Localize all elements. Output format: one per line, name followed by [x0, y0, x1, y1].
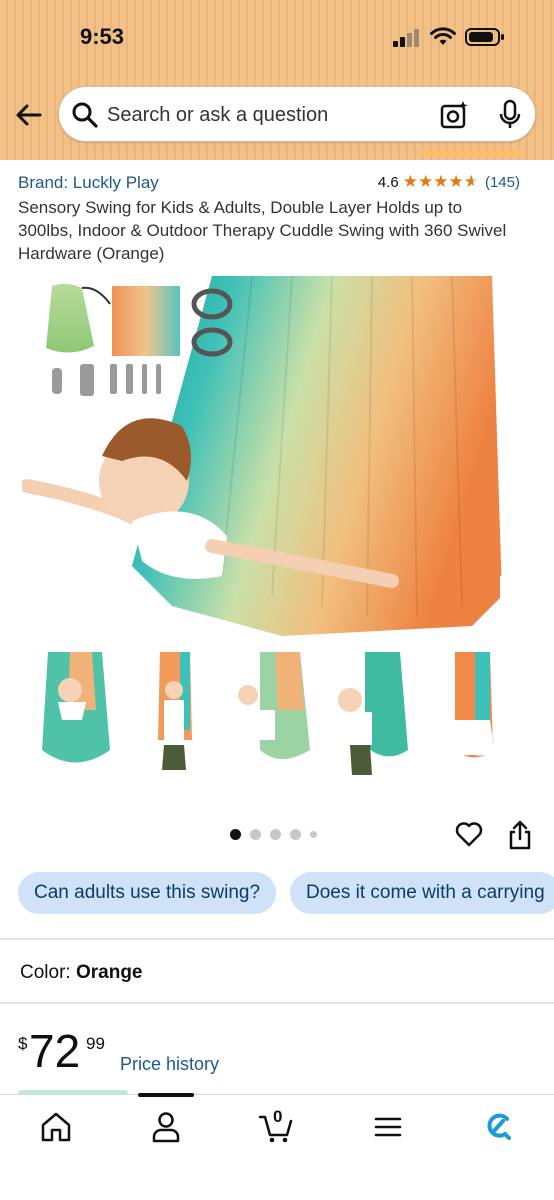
thumbnail-image[interactable] [435, 650, 525, 780]
search-input[interactable]: Search or ask a question [58, 86, 536, 142]
heart-icon[interactable] [455, 820, 483, 848]
account-icon[interactable] [148, 1109, 184, 1145]
thumbnail-image[interactable] [130, 650, 220, 780]
carousel-dot [230, 829, 241, 840]
question-chip[interactable]: Can adults use this swing? [18, 872, 277, 914]
question-chips: Can adults use this swing? Does it come … [18, 872, 554, 914]
carousel-dot [270, 829, 281, 840]
product-title: Sensory Swing for Kids & Adults, Double … [18, 198, 507, 263]
camera-search-icon[interactable] [439, 100, 469, 130]
section-divider [0, 1002, 554, 1004]
thumbnail-image[interactable] [30, 650, 120, 780]
search-row: Search or ask a question [0, 84, 554, 148]
rating-count-link[interactable]: (145) [485, 174, 520, 191]
section-divider [0, 938, 554, 940]
search-icon [72, 102, 98, 128]
color-selector[interactable]: Color: Orange [20, 962, 143, 984]
status-time: 9:53 [80, 24, 125, 49]
nav-active-indicator [138, 1093, 194, 1097]
product-main-image[interactable] [22, 276, 532, 646]
cart-button[interactable]: 0 [258, 1107, 294, 1145]
rating-value: 4.6 [377, 173, 399, 191]
status-bar: 9:53 [0, 0, 554, 80]
thumbnail-image[interactable] [230, 650, 320, 780]
back-arrow-icon[interactable] [14, 100, 44, 130]
price-fraction: 99 [86, 1034, 105, 1053]
price-history-link[interactable]: Price history [120, 1054, 219, 1075]
price-whole: 72 [29, 1025, 81, 1077]
cart-count-badge: 0 [273, 1107, 283, 1126]
bottom-nav: 0 [0, 1093, 554, 1200]
carousel-dot [310, 831, 317, 838]
question-chip[interactable]: Does it come with a carrying [290, 872, 554, 914]
carousel-dot [290, 829, 301, 840]
rufus-icon[interactable] [480, 1109, 516, 1145]
wifi-icon [430, 27, 456, 45]
star-rating-icon: ★ ★ ★ ★ ★ [402, 172, 479, 191]
battery-icon [465, 28, 504, 46]
brand-rating-row: Brand: Luckly Play 4.6 ★ ★ ★ ★ ★ (145) [18, 173, 538, 195]
color-label: Color: [20, 962, 76, 983]
thumbnail-strip [30, 650, 530, 780]
cellular-signal-icon [393, 29, 423, 47]
header-tab-hint [420, 150, 524, 156]
microphone-icon[interactable] [497, 99, 523, 131]
price-block: $ 72 99 Price history [18, 1026, 538, 1082]
thumbnail-image[interactable] [330, 650, 420, 780]
color-value: Orange [75, 962, 143, 983]
carousel-dot [250, 829, 261, 840]
home-icon[interactable] [38, 1109, 74, 1145]
search-placeholder: Search or ask a question [107, 104, 329, 126]
rating-summary[interactable]: 4.6 ★ ★ ★ ★ ★ (145) [378, 173, 520, 191]
image-carousel-dots[interactable] [230, 829, 317, 840]
brand-link[interactable]: Brand: Luckly Play [18, 173, 159, 192]
price-currency: $ [18, 1034, 28, 1053]
menu-icon[interactable] [370, 1109, 406, 1145]
share-icon[interactable] [507, 820, 533, 850]
